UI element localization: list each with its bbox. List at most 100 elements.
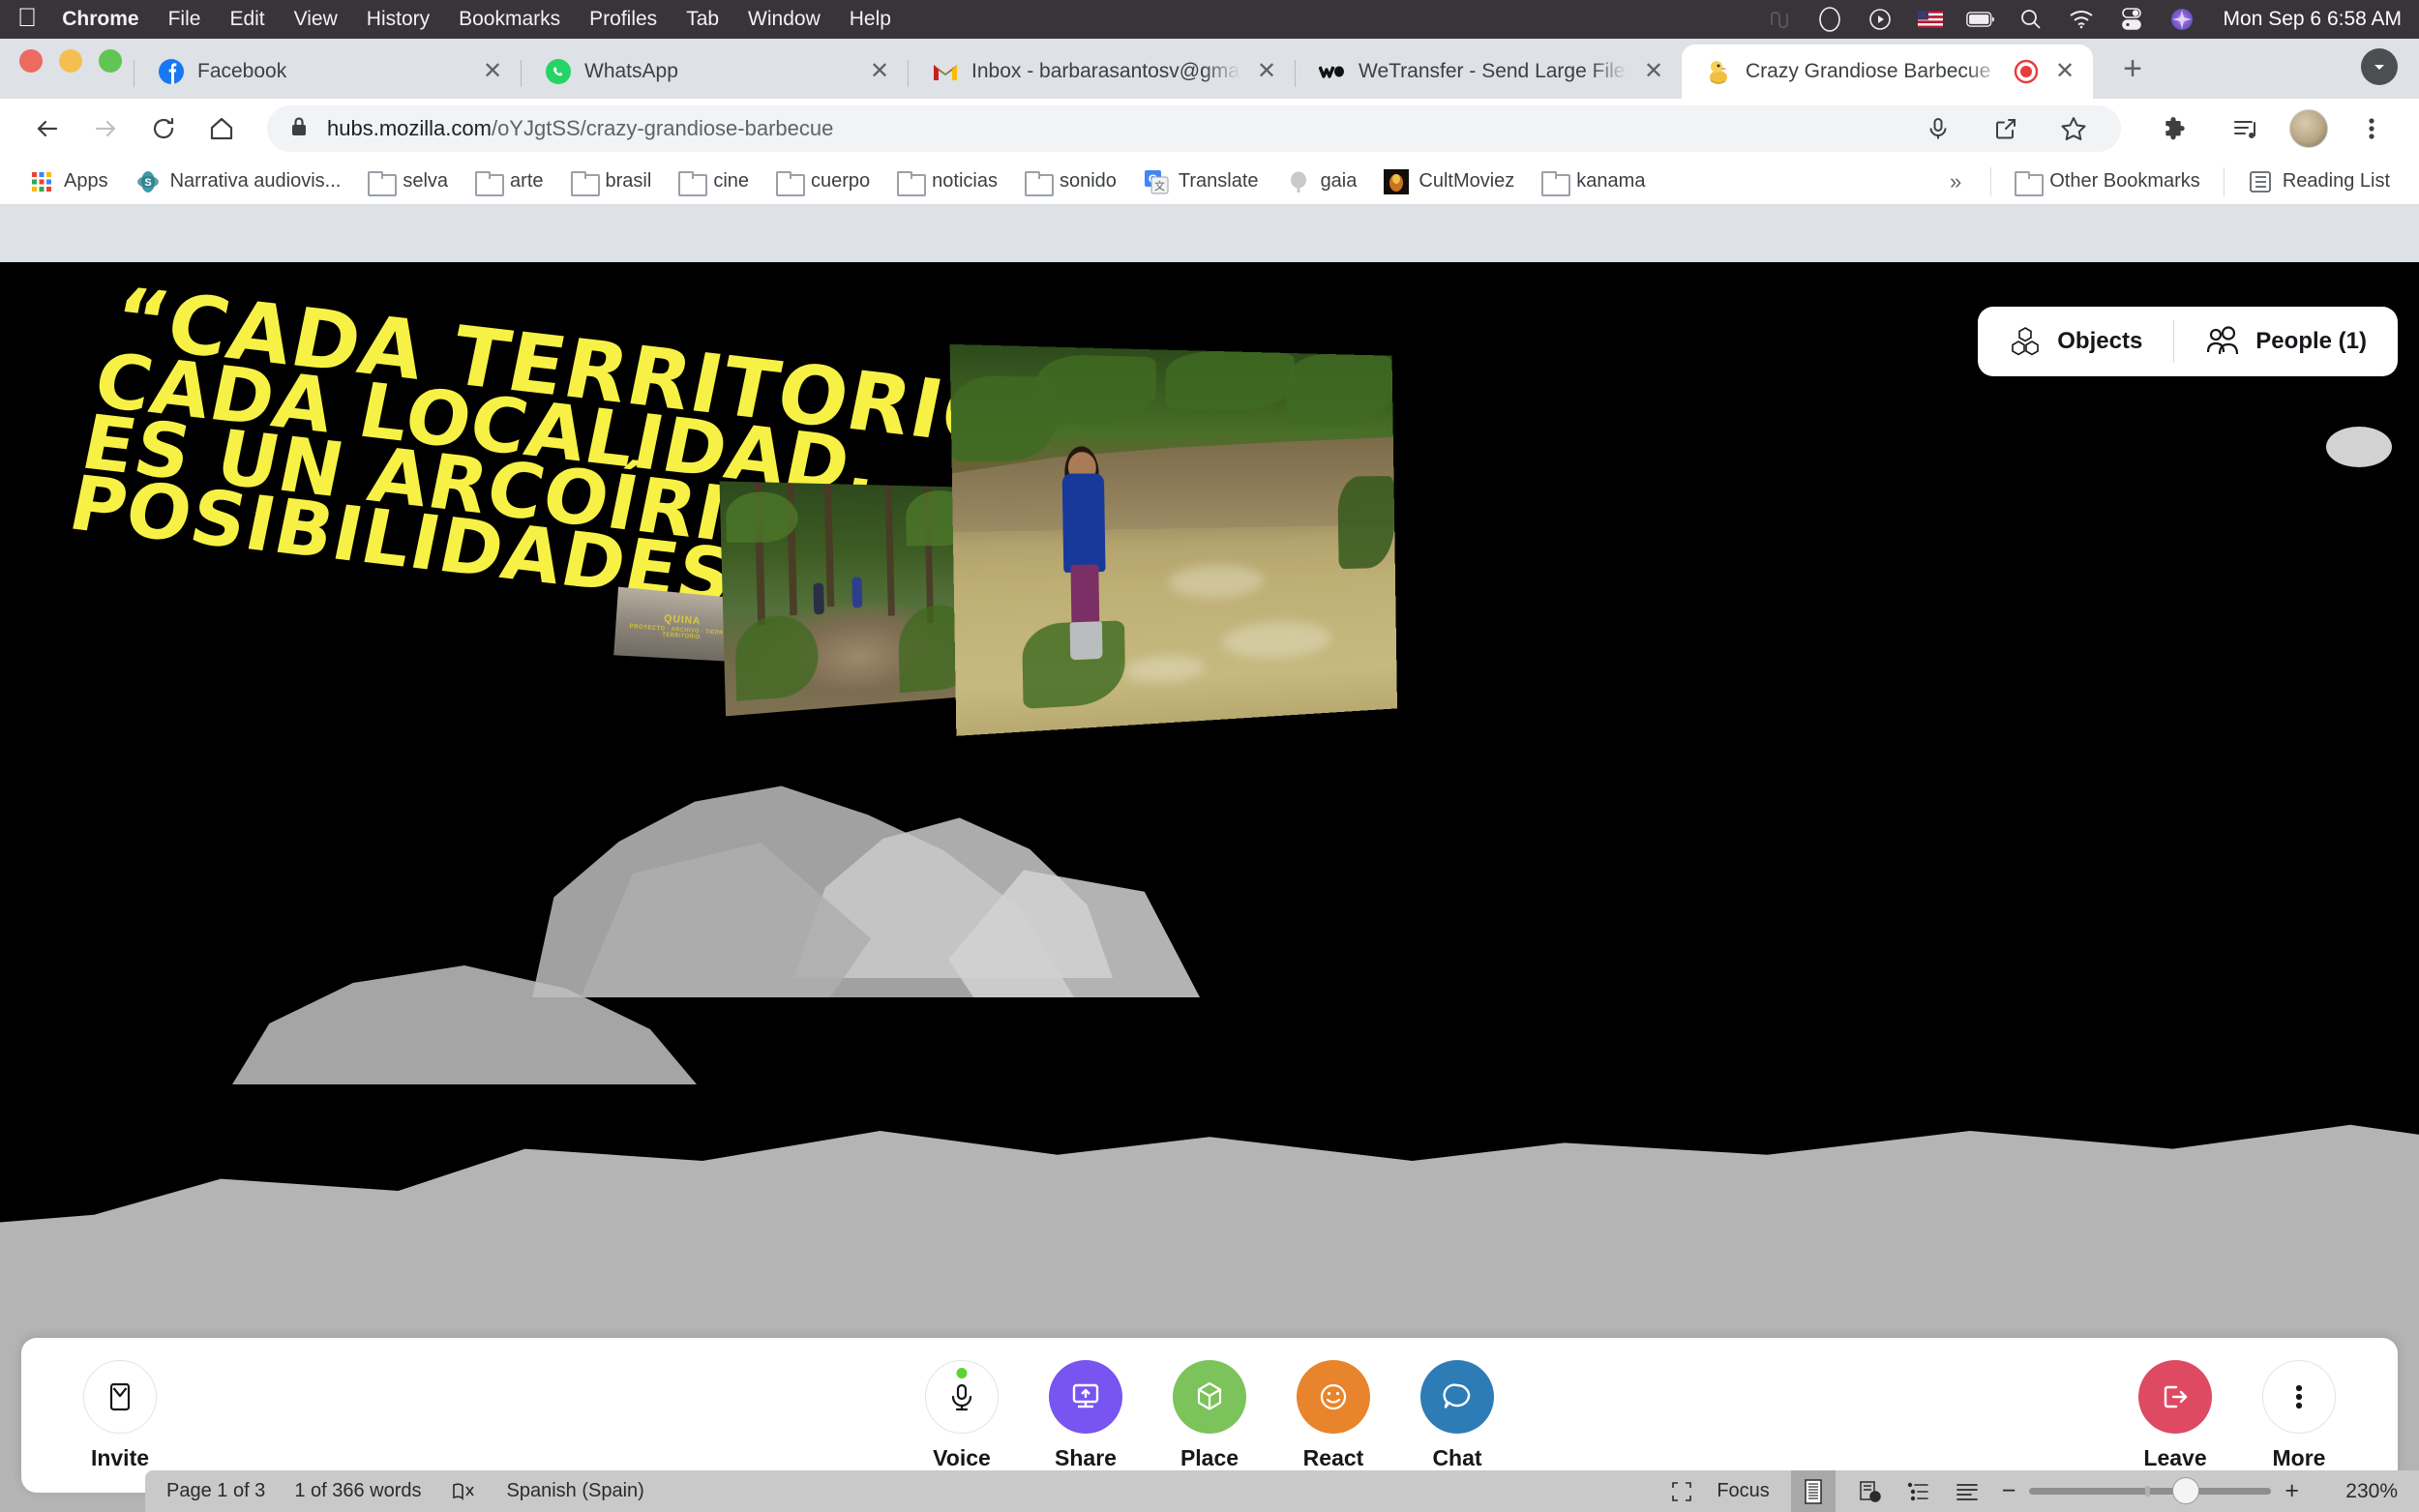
language-indicator[interactable]: Spanish (Spain): [507, 1480, 644, 1502]
scene-sphere-object[interactable]: [2326, 427, 2392, 467]
bookmark-cultmoviez[interactable]: CultMoviez: [1372, 164, 1526, 199]
chat-button-circle[interactable]: [1420, 1359, 1494, 1434]
zoom-slider[interactable]: − +: [2002, 1477, 2299, 1504]
three-dot-menu-icon[interactable]: [2345, 103, 2398, 155]
bookmark-reading-list[interactable]: Reading List: [2236, 164, 2402, 199]
share-button[interactable]: Share: [1026, 1359, 1146, 1471]
close-window-button[interactable]: [19, 49, 43, 73]
chat-button[interactable]: Chat: [1397, 1359, 1517, 1471]
tab-close-button[interactable]: ✕: [1252, 60, 1281, 83]
minimize-window-button[interactable]: [59, 49, 82, 73]
proofing-errors-icon[interactable]: [451, 1478, 478, 1505]
bookmark-apps[interactable]: Apps: [17, 164, 120, 199]
new-tab-button[interactable]: +: [2106, 43, 2159, 95]
tab-gmail-inbox[interactable]: Inbox - barbarasantosv@gmail. ✕: [908, 44, 1295, 99]
zoom-track[interactable]: [2029, 1477, 2272, 1504]
forward-arrow-icon[interactable]: [79, 103, 132, 155]
microphone-icon[interactable]: [1912, 103, 1964, 155]
menu-item-profiles[interactable]: Profiles: [589, 8, 657, 31]
zoom-out-button[interactable]: −: [2002, 1479, 2016, 1503]
bookmark-cuerpo[interactable]: cuerpo: [764, 165, 881, 197]
bookmark-kanama[interactable]: kanama: [1530, 165, 1657, 197]
menu-item-edit[interactable]: Edit: [229, 8, 264, 31]
extensions-puzzle-icon[interactable]: [2150, 103, 2202, 155]
zoom-in-button[interactable]: +: [2285, 1479, 2299, 1503]
tab-whatsapp[interactable]: WhatsApp ✕: [521, 44, 908, 99]
back-arrow-icon[interactable]: [21, 103, 74, 155]
hubs-3d-viewport[interactable]: “CADA TERRITORIO, CADA LOCALIDAD, ES UN …: [0, 262, 2419, 1512]
voice-button[interactable]: Voice: [902, 1359, 1022, 1471]
share-icon[interactable]: [1980, 103, 2032, 155]
people-button[interactable]: People (1): [2174, 307, 2398, 376]
focus-icon[interactable]: [1668, 1478, 1695, 1505]
bookmark-selva[interactable]: selva: [356, 165, 460, 197]
control-center-icon[interactable]: [2117, 5, 2146, 34]
url-text[interactable]: hubs.mozilla.com/oYJgtSS/crazy-grandiose…: [327, 116, 833, 141]
battery-icon[interactable]: [1965, 5, 1995, 34]
star-icon[interactable]: [2047, 103, 2100, 155]
jungle-path-photo[interactable]: [719, 481, 980, 717]
react-button-circle[interactable]: [1297, 1359, 1370, 1434]
play-circle-icon[interactable]: [1866, 5, 1895, 34]
share-button-circle[interactable]: [1049, 1359, 1122, 1434]
lock-icon[interactable]: [288, 115, 310, 143]
us-flag-icon[interactable]: [1916, 5, 1945, 34]
tab-wetransfer[interactable]: WeTransfer - Send Large Files & ✕: [1295, 44, 1682, 99]
voice-button-circle[interactable]: [925, 1359, 999, 1434]
menu-item-chrome[interactable]: Chrome: [62, 8, 138, 31]
media-playlist-icon[interactable]: [2220, 103, 2272, 155]
print-layout-icon[interactable]: [1790, 1470, 1836, 1512]
tab-recording-indicator-icon[interactable]: [2014, 59, 2039, 84]
more-button-circle[interactable]: [2262, 1359, 2336, 1434]
menu-item-bookmarks[interactable]: Bookmarks: [459, 8, 560, 31]
menu-item-file[interactable]: File: [168, 8, 201, 31]
bookmark-arte[interactable]: arte: [463, 165, 554, 197]
siri-icon[interactable]: [2167, 5, 2196, 34]
bookmark-translate[interactable]: G 文 Translate: [1132, 164, 1270, 199]
maximize-window-button[interactable]: [99, 49, 122, 73]
bookmarks-overflow-button[interactable]: »: [1932, 169, 1979, 194]
chevron-down-icon[interactable]: [2361, 48, 2398, 85]
focus-label[interactable]: Focus: [1717, 1480, 1769, 1502]
web-layout-icon[interactable]: [1857, 1478, 1884, 1505]
menu-item-window[interactable]: Window: [748, 8, 821, 31]
menu-item-tab[interactable]: Tab: [686, 8, 719, 31]
menu-item-view[interactable]: View: [294, 8, 338, 31]
more-button[interactable]: More: [2239, 1359, 2359, 1471]
zoom-level[interactable]: 230%: [2320, 1480, 2398, 1503]
menubar-clock[interactable]: Mon Sep 6 6:58 AM: [2224, 8, 2402, 31]
place-button[interactable]: Place: [1150, 1359, 1269, 1471]
word-count[interactable]: 1 of 366 words: [294, 1480, 421, 1502]
draft-icon[interactable]: [1954, 1478, 1981, 1505]
page-count[interactable]: Page 1 of 3: [166, 1480, 265, 1502]
outline-icon[interactable]: [1905, 1478, 1932, 1505]
home-icon[interactable]: [195, 103, 248, 155]
tab-hubs-active[interactable]: Crazy Grandiose Barbecue ✕: [1682, 44, 2093, 99]
menu-item-history[interactable]: History: [367, 8, 430, 31]
girl-river-photo[interactable]: [949, 343, 1398, 736]
bookmark-sonido[interactable]: sonido: [1013, 165, 1128, 197]
objects-button[interactable]: Objects: [1978, 307, 2173, 376]
bookmark-cine[interactable]: cine: [667, 165, 761, 197]
menu-item-help[interactable]: Help: [850, 8, 891, 31]
invite-button[interactable]: Invite: [60, 1359, 180, 1471]
tab-close-button[interactable]: ✕: [2050, 60, 2079, 83]
invite-button-circle[interactable]: [83, 1359, 157, 1434]
circle-icon[interactable]: [1815, 5, 1844, 34]
place-button-circle[interactable]: [1173, 1359, 1246, 1434]
address-bar[interactable]: hubs.mozilla.com/oYJgtSS/crazy-grandiose…: [267, 105, 2121, 152]
tab-close-button[interactable]: ✕: [1639, 60, 1668, 83]
tab-close-button[interactable]: ✕: [865, 60, 894, 83]
react-button[interactable]: React: [1273, 1359, 1393, 1471]
wifi-icon[interactable]: [2067, 5, 2096, 34]
profile-avatar[interactable]: [2289, 109, 2328, 148]
bookmark-other-bookmarks[interactable]: Other Bookmarks: [2003, 165, 2212, 197]
bookmark-gaia[interactable]: gaia: [1274, 164, 1369, 199]
tab-close-button[interactable]: ✕: [478, 60, 507, 83]
tab-facebook[interactable]: Facebook ✕: [134, 44, 521, 99]
apple-logo-icon[interactable]: : [17, 4, 37, 31]
reload-icon[interactable]: [137, 103, 190, 155]
bookmark-noticias[interactable]: noticias: [885, 165, 1009, 197]
leave-button-circle[interactable]: [2138, 1359, 2212, 1434]
bookmark-brasil[interactable]: brasil: [559, 165, 664, 197]
